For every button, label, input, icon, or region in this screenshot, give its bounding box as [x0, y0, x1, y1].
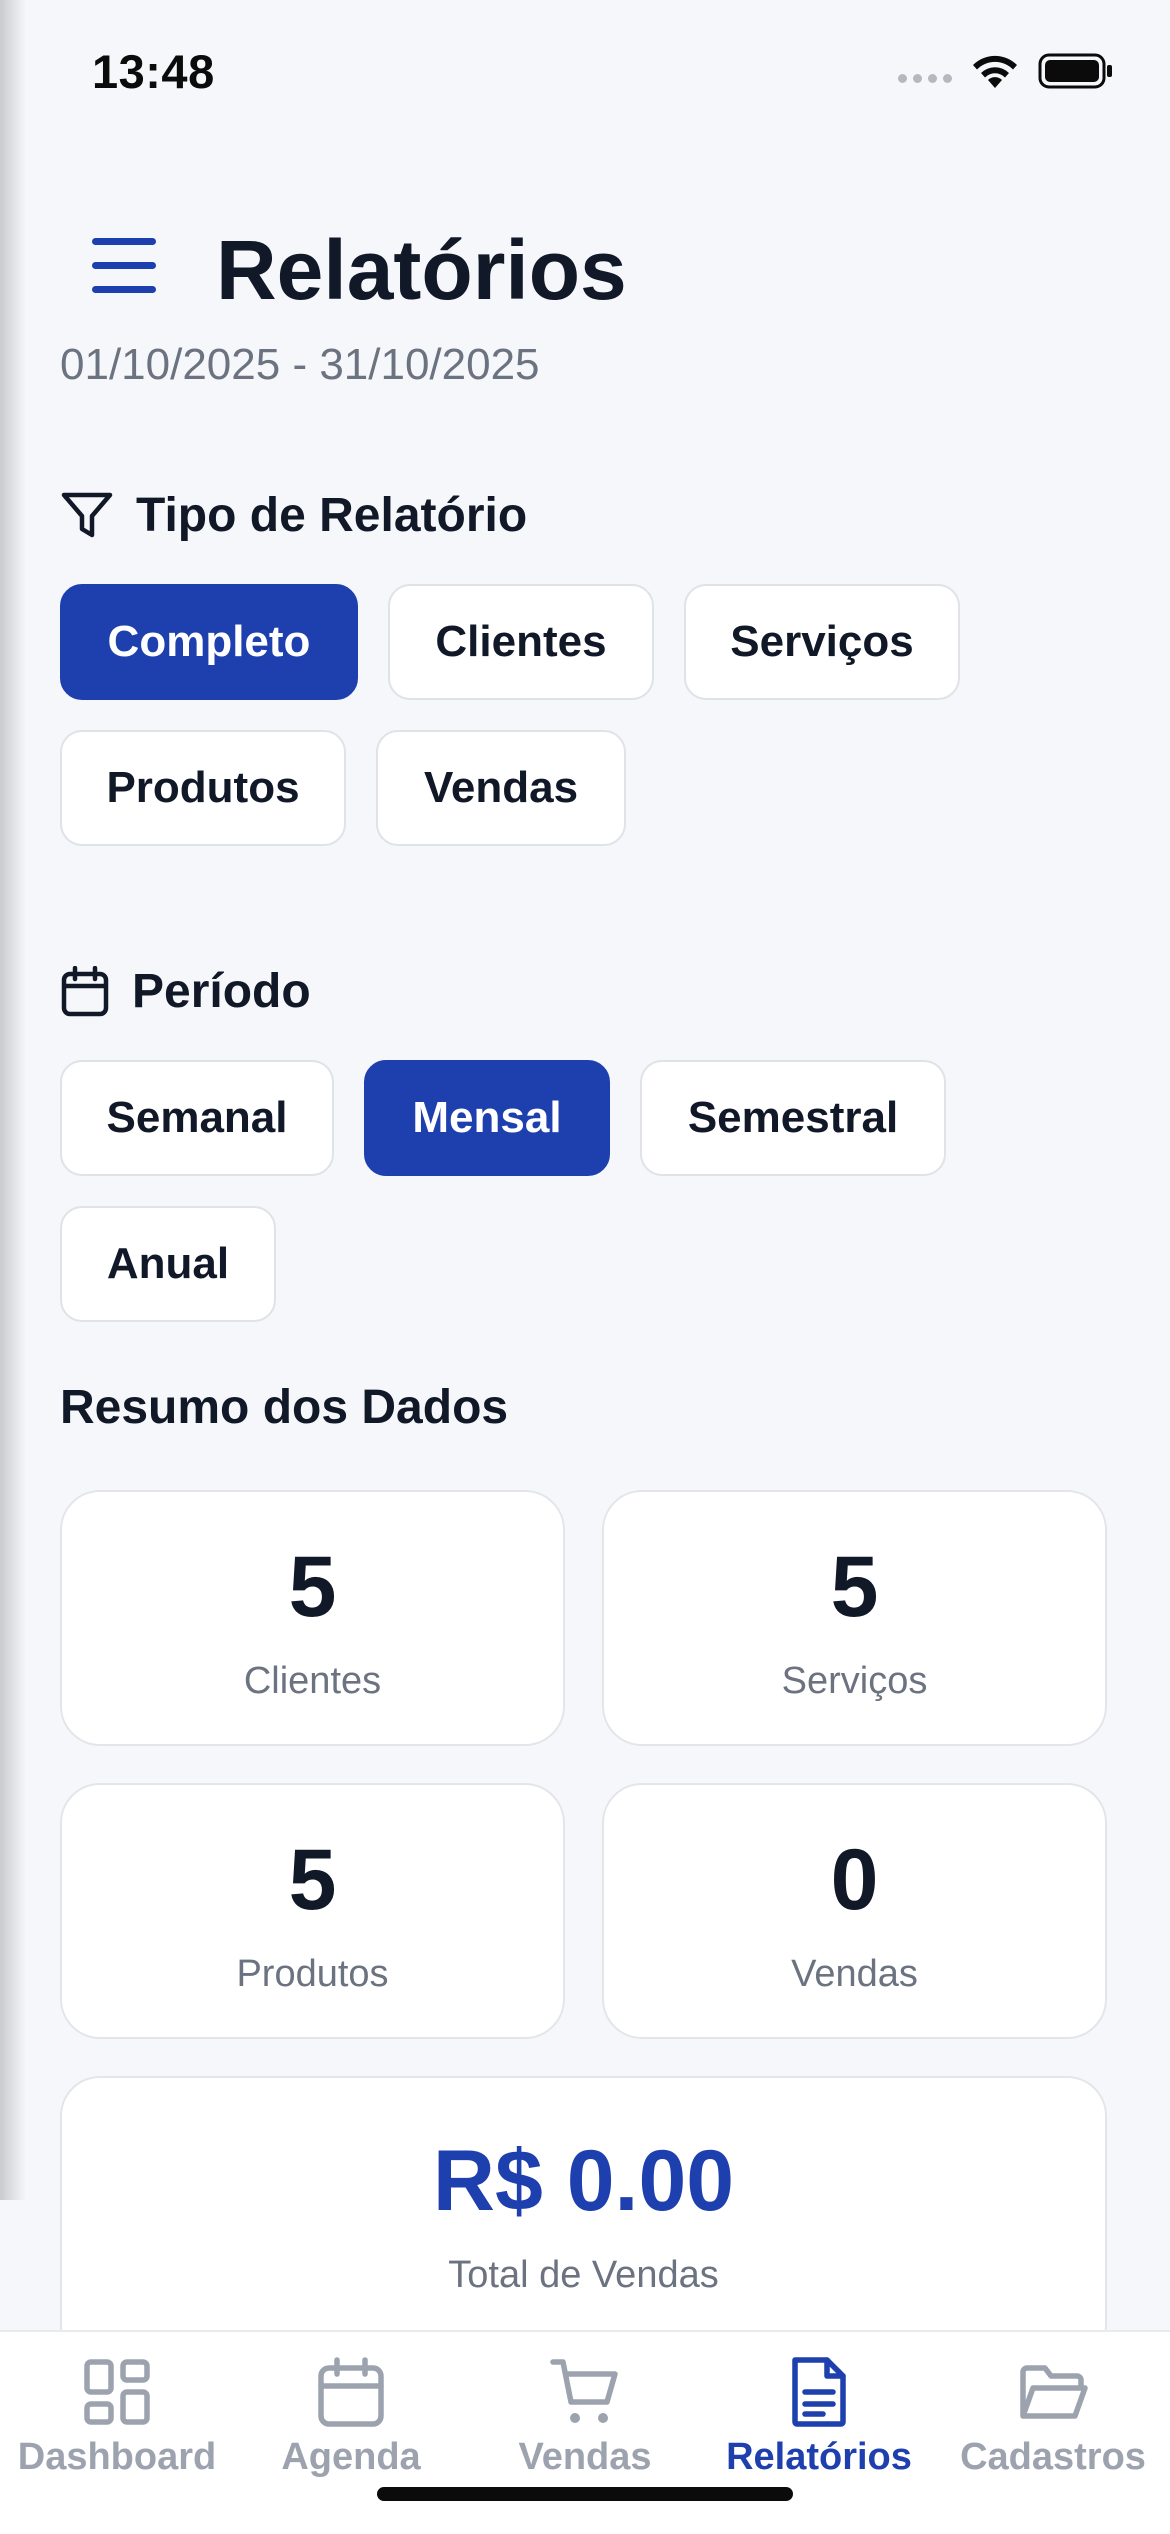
- summary-heading: Resumo dos Dados: [60, 1380, 508, 1435]
- status-icons: [898, 52, 1114, 90]
- tab-agenda[interactable]: Agenda: [234, 2356, 468, 2479]
- report-type-vendas[interactable]: Vendas: [376, 730, 626, 846]
- total-sales-card: R$ 0.00 Total de Vendas: [60, 2076, 1107, 2366]
- period-semanal[interactable]: Semanal: [60, 1060, 334, 1176]
- tab-label: Cadastros: [960, 2436, 1146, 2478]
- summary-card-clientes: 5 Clientes: [60, 1490, 565, 1746]
- report-type-clientes[interactable]: Clientes: [388, 584, 654, 700]
- period-mensal[interactable]: Mensal: [364, 1060, 610, 1176]
- report-type-title: Tipo de Relatório: [136, 489, 528, 542]
- tab-label: Dashboard: [17, 2436, 217, 2478]
- battery-icon: [1038, 53, 1112, 89]
- period-heading: Período: [60, 964, 311, 1019]
- total-sales-label: Total de Vendas: [448, 2254, 719, 2296]
- report-type-produtos[interactable]: Produtos: [60, 730, 346, 846]
- tab-label: Vendas: [518, 2436, 652, 2478]
- cellular-signal-icon: [898, 73, 952, 83]
- summary-label: Clientes: [243, 1660, 382, 1702]
- period-anual[interactable]: Anual: [60, 1206, 276, 1322]
- summary-label: Produtos: [236, 1953, 389, 1995]
- summary-title: Resumo dos Dados: [60, 1381, 509, 1434]
- tab-bar: Dashboard Agenda Vendas Relatórios Cadas…: [0, 2330, 1170, 2534]
- calendar-icon: [318, 2357, 384, 2427]
- menu-icon[interactable]: [92, 238, 158, 294]
- summary-value: 5: [288, 1539, 337, 1635]
- tab-relatorios[interactable]: Relatórios: [702, 2356, 936, 2479]
- period-semestral[interactable]: Semestral: [640, 1060, 946, 1176]
- tab-dashboard[interactable]: Dashboard: [0, 2356, 234, 2479]
- tab-cadastros[interactable]: Cadastros: [936, 2356, 1170, 2479]
- status-time: 13:48: [92, 45, 215, 98]
- tab-label: Agenda: [281, 2436, 421, 2478]
- summary-value: 5: [830, 1539, 879, 1635]
- calendar-icon: [61, 965, 109, 1016]
- folder-icon: [1020, 2365, 1088, 2419]
- tab-label: Relatórios: [726, 2436, 912, 2478]
- report-type-completo[interactable]: Completo: [60, 584, 358, 700]
- report-type-heading: Tipo de Relatório: [60, 488, 527, 543]
- summary-card-produtos: 5 Produtos: [60, 1783, 565, 2039]
- summary-label: Vendas: [791, 1953, 918, 1995]
- date-range: 01/10/2025 - 31/10/2025: [60, 340, 540, 389]
- document-icon: [792, 2357, 846, 2427]
- summary-card-vendas: 0 Vendas: [602, 1783, 1107, 2039]
- dashboard-grid-icon: [84, 2359, 150, 2425]
- summary-value: 5: [288, 1832, 337, 1928]
- report-type-servicos[interactable]: Serviços: [684, 584, 960, 700]
- report-type-options-row2: Produtos Vendas: [60, 730, 626, 846]
- page-title: Relatórios: [216, 223, 627, 317]
- report-type-options-row1: Completo Clientes Serviços: [60, 584, 960, 700]
- home-indicator: [377, 2487, 793, 2501]
- period-options-row2: Anual: [60, 1206, 276, 1322]
- period-title: Período: [132, 965, 311, 1018]
- period-options-row1: Semanal Mensal Semestral: [60, 1060, 946, 1176]
- filter-icon: [61, 492, 113, 537]
- total-sales-value: R$ 0.00: [432, 2133, 735, 2229]
- tab-vendas[interactable]: Vendas: [468, 2356, 702, 2479]
- summary-value: 0: [830, 1832, 879, 1928]
- status-bar: 13:48: [0, 0, 1170, 150]
- wifi-icon: [973, 55, 1017, 88]
- header: Relatórios: [0, 200, 1170, 340]
- summary-card-servicos: 5 Serviços: [602, 1490, 1107, 1746]
- cart-icon: [550, 2359, 618, 2423]
- summary-label: Serviços: [781, 1660, 928, 1702]
